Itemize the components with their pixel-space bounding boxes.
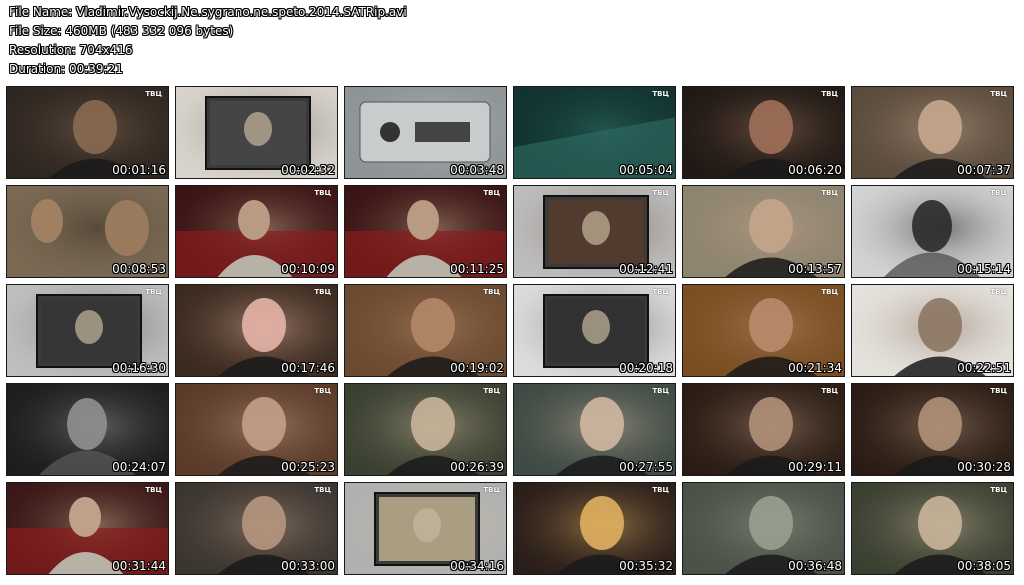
thumbnail-timestamp: 00:21:34 — [788, 361, 842, 375]
thumbnail[interactable]: ТВЦ 00:20:18 — [513, 284, 676, 377]
thumbnail-timestamp: 00:02:32 — [281, 163, 335, 177]
thumbnail-timestamp: 00:12:41 — [619, 262, 673, 276]
thumbnail-timestamp: 00:22:51 — [957, 361, 1011, 375]
thumbnail[interactable]: ТВЦ 00:19:02 — [344, 284, 507, 377]
thumbnail-timestamp: 00:30:28 — [957, 460, 1011, 474]
channel-logo: ТВЦ — [483, 288, 500, 296]
thumbnail-timestamp: 00:27:55 — [619, 460, 673, 474]
thumbnail[interactable]: ТВЦ 00:22:51 — [851, 284, 1014, 377]
thumbnail-timestamp: 00:25:23 — [281, 460, 335, 474]
thumbnail-timestamp: 00:36:48 — [788, 559, 842, 573]
thumbnail[interactable]: ТВЦ 00:27:55 — [513, 383, 676, 476]
channel-logo: ТВЦ — [990, 90, 1007, 98]
channel-logo: ТВЦ — [652, 288, 669, 296]
thumbnail-timestamp: 00:03:48 — [450, 163, 504, 177]
channel-logo: ТВЦ — [990, 288, 1007, 296]
thumbnail[interactable]: ТВЦ 00:10:09 — [175, 185, 338, 278]
channel-logo: ТВЦ — [821, 288, 838, 296]
thumbnail[interactable]: ТВЦ 00:26:39 — [344, 383, 507, 476]
channel-logo: ТВЦ — [314, 486, 331, 494]
thumbnail[interactable]: ТВЦ 00:12:41 — [513, 185, 676, 278]
channel-logo: ТВЦ — [314, 189, 331, 197]
thumbnail-timestamp: 00:31:44 — [112, 559, 166, 573]
channel-logo: ТВЦ — [652, 189, 669, 197]
thumbnail[interactable]: ТВЦ 00:01:16 — [6, 86, 169, 179]
thumbnail-timestamp: 00:34:16 — [450, 559, 504, 573]
channel-logo: ТВЦ — [145, 486, 162, 494]
thumbnail[interactable]: ТВЦ 00:35:32 — [513, 482, 676, 575]
thumbnail[interactable]: 00:36:48 — [682, 482, 845, 575]
thumbnail-timestamp: 00:01:16 — [112, 163, 166, 177]
thumbnail-timestamp: 00:29:11 — [788, 460, 842, 474]
thumbnail[interactable]: ТВЦ 00:29:11 — [682, 383, 845, 476]
thumbnail-timestamp: 00:05:04 — [619, 163, 673, 177]
channel-logo: ТВЦ — [483, 486, 500, 494]
thumbnail[interactable]: ТВЦ 00:30:28 — [851, 383, 1014, 476]
thumbnail-timestamp: 00:19:02 — [450, 361, 504, 375]
channel-logo: ТВЦ — [821, 90, 838, 98]
thumbnail[interactable]: ТВЦ 00:16:30 — [6, 284, 169, 377]
channel-logo: ТВЦ — [314, 387, 331, 395]
channel-logo: ТВЦ — [483, 387, 500, 395]
channel-logo: ТВЦ — [821, 387, 838, 395]
thumbnail[interactable]: ТВЦ 00:06:20 — [682, 86, 845, 179]
channel-logo: ТВЦ — [145, 90, 162, 98]
channel-logo: ТВЦ — [314, 288, 331, 296]
thumbnail[interactable]: ТВЦ 00:07:37 — [851, 86, 1014, 179]
thumbnail-timestamp: 00:20:18 — [619, 361, 673, 375]
thumbnail[interactable]: ТВЦ 00:17:46 — [175, 284, 338, 377]
thumbnail[interactable]: ТВЦ 00:34:16 — [344, 482, 507, 575]
channel-logo: ТВЦ — [145, 288, 162, 296]
thumbnail-timestamp: 00:26:39 — [450, 460, 504, 474]
thumbnail-timestamp: 00:24:07 — [112, 460, 166, 474]
thumbnail[interactable]: ТВЦ 00:21:34 — [682, 284, 845, 377]
thumbnail-timestamp: 00:15:14 — [957, 262, 1011, 276]
thumbnail-timestamp: 00:17:46 — [281, 361, 335, 375]
channel-logo: ТВЦ — [990, 387, 1007, 395]
thumbnail[interactable]: ТВЦ 00:31:44 — [6, 482, 169, 575]
thumbnail[interactable]: ТВЦ 00:38:05 — [851, 482, 1014, 575]
thumbnail-grid: ТВЦ 00:01:16 00:02:32 00:03:48 ТВЦ 00:05:04 ТВ… — [0, 0, 1024, 585]
channel-logo: ТВЦ — [652, 387, 669, 395]
thumbnail-timestamp: 00:33:00 — [281, 559, 335, 573]
thumbnail[interactable]: 00:08:53 — [6, 185, 169, 278]
thumbnail-timestamp: 00:16:30 — [112, 361, 166, 375]
thumbnail[interactable]: 00:02:32 — [175, 86, 338, 179]
thumbnail[interactable]: 00:03:48 — [344, 86, 507, 179]
thumbnail[interactable]: ТВЦ 00:15:14 — [851, 185, 1014, 278]
thumbnail-timestamp: 00:35:32 — [619, 559, 673, 573]
thumbnail-timestamp: 00:07:37 — [957, 163, 1011, 177]
thumbnail-timestamp: 00:06:20 — [788, 163, 842, 177]
channel-logo: ТВЦ — [990, 189, 1007, 197]
thumbnail[interactable]: ТВЦ 00:05:04 — [513, 86, 676, 179]
thumbnail-timestamp: 00:11:25 — [450, 262, 504, 276]
channel-logo: ТВЦ — [652, 90, 669, 98]
channel-logo: ТВЦ — [821, 189, 838, 197]
thumbnail[interactable]: 00:24:07 — [6, 383, 169, 476]
thumbnail-timestamp: 00:10:09 — [281, 262, 335, 276]
thumbnail-timestamp: 00:13:57 — [788, 262, 842, 276]
channel-logo: ТВЦ — [990, 486, 1007, 494]
channel-logo: ТВЦ — [483, 189, 500, 197]
thumbnail[interactable]: ТВЦ 00:11:25 — [344, 185, 507, 278]
thumbnail[interactable]: ТВЦ 00:25:23 — [175, 383, 338, 476]
thumbnail-timestamp: 00:08:53 — [112, 262, 166, 276]
thumbnail[interactable]: ТВЦ 00:33:00 — [175, 482, 338, 575]
thumbnail-timestamp: 00:38:05 — [957, 559, 1011, 573]
channel-logo: ТВЦ — [652, 486, 669, 494]
thumbnail[interactable]: ТВЦ 00:13:57 — [682, 185, 845, 278]
